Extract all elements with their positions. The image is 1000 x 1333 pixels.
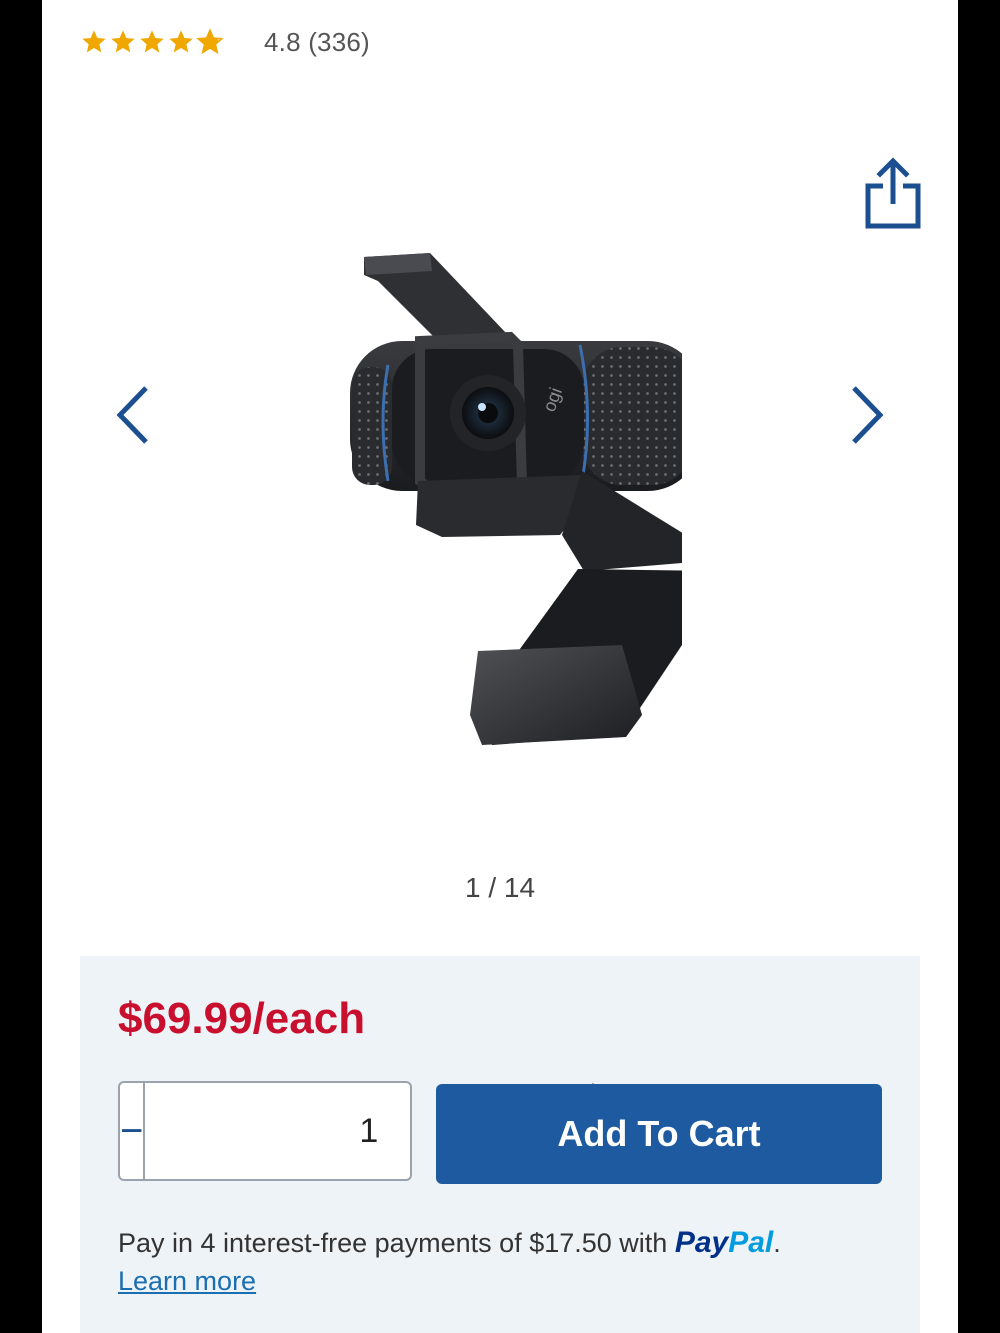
product-page: 4.8 (336) ogi 1 / 14 $69.99/each − 1 Add…: [42, 0, 958, 1333]
learn-more-link[interactable]: Learn more: [118, 1262, 256, 1300]
paypal-period: .: [773, 1228, 781, 1258]
buy-box: $69.99/each − + Add To Cart Pay in 4 int…: [80, 956, 920, 1333]
rating-summary[interactable]: 4.8 (336): [264, 27, 370, 58]
star-icon: [111, 30, 135, 53]
paypal-logo: PayPal: [675, 1226, 773, 1259]
price: $69.99/each: [118, 994, 366, 1043]
share-icon[interactable]: [862, 156, 924, 230]
quantity-stepper: − +: [118, 1081, 618, 1181]
paypal-logo-pal: Pal: [728, 1226, 774, 1259]
rating-row: 4.8 (336): [80, 22, 370, 62]
star-icon: [140, 30, 164, 53]
chevron-left-icon[interactable]: [108, 380, 158, 450]
paypal-message: Pay in 4 interest-free payments of $17.5…: [118, 1224, 908, 1300]
star-rating: [80, 28, 224, 56]
add-to-cart-button[interactable]: Add To Cart: [436, 1084, 882, 1184]
star-icon: [169, 30, 193, 53]
rating-value: 4.8: [264, 26, 301, 57]
review-count: (336): [308, 26, 370, 57]
image-counter: 1 / 14: [464, 872, 536, 903]
star-icon: [82, 30, 106, 53]
star-half-icon: [196, 28, 224, 55]
chevron-right-icon[interactable]: [842, 380, 892, 450]
webcam-product-image[interactable]: ogi: [292, 245, 682, 755]
decrease-quantity-button[interactable]: −: [120, 1083, 146, 1179]
paypal-logo-pay: Pay: [674, 1226, 729, 1259]
paypal-text: Pay in 4 interest-free payments of $17.5…: [118, 1228, 668, 1258]
